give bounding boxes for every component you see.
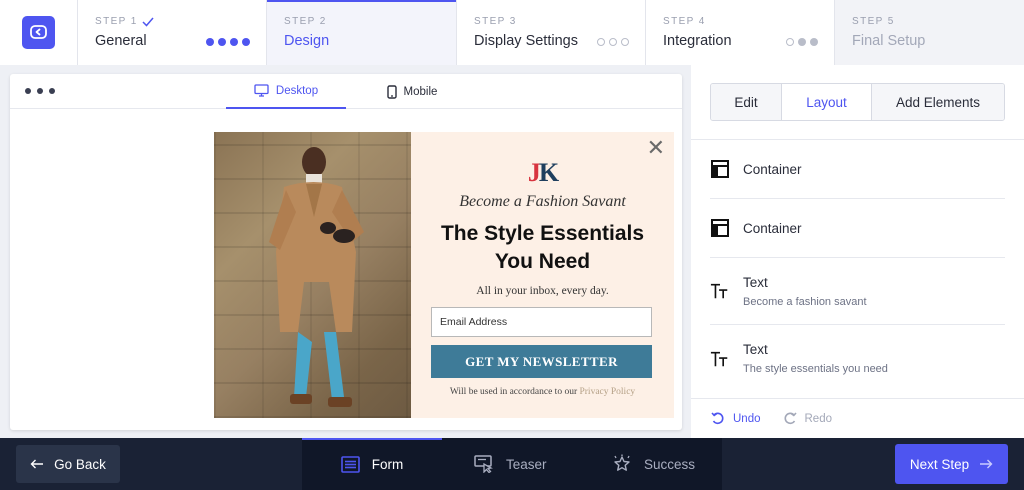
more-options-icon[interactable] bbox=[25, 88, 55, 94]
editor-side-panel: Edit Layout Add Elements Container Conta… bbox=[691, 65, 1024, 438]
layout-elements-list: Container Container Text Become a fashio… bbox=[710, 140, 1005, 392]
brand-logo: JK bbox=[527, 158, 559, 187]
text-icon bbox=[710, 349, 730, 369]
step-number: STEP 3 bbox=[474, 16, 517, 27]
list-item[interactable]: Text Become a fashion savant bbox=[710, 258, 1005, 325]
step-design[interactable]: STEP 2 Design bbox=[266, 0, 456, 65]
form-icon bbox=[340, 455, 360, 473]
redo-label: Redo bbox=[804, 412, 833, 425]
tab-label: Form bbox=[371, 456, 404, 472]
undo-icon bbox=[711, 412, 724, 425]
tab-label: Mobile bbox=[403, 85, 438, 98]
popup-form: ✕ JK Become a Fashion Savant The Style E… bbox=[411, 132, 674, 418]
popup-subline: All in your inbox, every day. bbox=[476, 285, 609, 297]
tab-desktop[interactable]: Desktop bbox=[226, 74, 346, 109]
step-progress-dots bbox=[206, 38, 250, 46]
element-subtitle: The style essentials you need bbox=[743, 363, 888, 375]
element-title: Container bbox=[743, 220, 802, 236]
man-in-coat-illustration bbox=[269, 147, 364, 407]
logo-cell bbox=[0, 0, 77, 65]
tab-mobile[interactable]: Mobile bbox=[372, 74, 452, 109]
tab-teaser[interactable]: Teaser bbox=[474, 438, 547, 490]
arrow-right-icon bbox=[980, 459, 993, 469]
text-icon bbox=[710, 281, 730, 301]
tab-layout[interactable]: Layout bbox=[782, 84, 872, 120]
newsletter-submit-button[interactable]: GET MY NEWSLETTER bbox=[431, 345, 652, 378]
step-progress-dots bbox=[786, 38, 818, 46]
undo-button[interactable]: Undo bbox=[711, 412, 761, 425]
close-icon[interactable]: ✕ bbox=[647, 138, 665, 160]
model-photo bbox=[214, 132, 411, 418]
popup-tagline: Become a Fashion Savant bbox=[459, 193, 626, 210]
element-subtitle: Become a fashion savant bbox=[743, 295, 867, 308]
step-number: STEP 2 bbox=[284, 16, 327, 27]
element-title: Text bbox=[743, 274, 768, 290]
element-title: Container bbox=[743, 161, 802, 177]
history-controls: Undo Redo bbox=[691, 398, 1024, 438]
list-item[interactable]: Container bbox=[710, 140, 1005, 199]
step-label: Design bbox=[284, 33, 330, 49]
popup-state-tabs: Form Teaser Success bbox=[302, 438, 722, 490]
canvas-toolbar: Desktop Mobile bbox=[10, 74, 682, 109]
step-number: STEP 4 bbox=[663, 16, 706, 27]
popup-headline: The Style Essentials You Need bbox=[440, 222, 645, 273]
monitor-icon bbox=[254, 84, 269, 97]
tab-label: Teaser bbox=[506, 456, 547, 472]
bottom-bar: Go Back Form Teaser Success Next Step bbox=[0, 438, 1024, 490]
privacy-note: Will be used in accordance to our Privac… bbox=[449, 387, 636, 397]
panel-mode-tabs: Edit Layout Add Elements bbox=[710, 83, 1005, 121]
chat-bubble-icon bbox=[30, 25, 47, 39]
email-field[interactable] bbox=[431, 307, 652, 337]
container-icon bbox=[710, 218, 730, 238]
teaser-icon bbox=[474, 455, 493, 473]
step-progress-dots bbox=[597, 38, 629, 46]
redo-icon bbox=[783, 412, 797, 425]
element-title: Text bbox=[743, 342, 768, 357]
badge-star-icon bbox=[614, 454, 630, 471]
arrow-left-icon bbox=[30, 459, 44, 469]
tab-add-elements[interactable]: Add Elements bbox=[872, 84, 1004, 120]
app-logo[interactable] bbox=[22, 16, 55, 49]
list-item[interactable]: Text The style essentials you need bbox=[710, 325, 1005, 392]
step-integration[interactable]: STEP 4 Integration bbox=[645, 0, 834, 65]
step-display-settings[interactable]: STEP 3 Display Settings bbox=[456, 0, 645, 65]
step-general[interactable]: STEP 1 General bbox=[77, 0, 266, 65]
container-icon bbox=[710, 159, 730, 179]
list-item[interactable]: Container bbox=[710, 199, 1005, 258]
go-back-button[interactable]: Go Back bbox=[16, 445, 120, 483]
preview-canvas: Desktop Mobile ✕ JK Become a Fashion Sav… bbox=[10, 74, 682, 430]
redo-button[interactable]: Redo bbox=[783, 412, 833, 425]
check-icon bbox=[142, 17, 154, 27]
next-step-label: Next Step bbox=[909, 456, 970, 472]
step-number: STEP 5 bbox=[852, 16, 895, 27]
newsletter-popup-preview[interactable]: ✕ JK Become a Fashion Savant The Style E… bbox=[214, 132, 674, 418]
tab-label: Desktop bbox=[275, 84, 319, 97]
step-number: STEP 1 bbox=[95, 16, 138, 27]
phone-icon bbox=[386, 84, 397, 99]
go-back-label: Go Back bbox=[54, 456, 106, 472]
tab-success[interactable]: Success bbox=[612, 438, 695, 490]
undo-label: Undo bbox=[733, 412, 761, 425]
step-navigation: STEP 1 General STEP 2 Design STEP 3 Disp… bbox=[0, 0, 1024, 65]
step-final-setup[interactable]: STEP 5 Final Setup bbox=[834, 0, 1024, 65]
tab-form[interactable]: Form bbox=[302, 438, 442, 490]
tab-label: Success bbox=[644, 456, 696, 472]
privacy-policy-link[interactable]: Privacy Policy bbox=[579, 387, 635, 397]
tab-edit[interactable]: Edit bbox=[711, 84, 782, 120]
step-label: Final Setup bbox=[852, 33, 926, 49]
next-step-button[interactable]: Next Step bbox=[895, 444, 1008, 484]
